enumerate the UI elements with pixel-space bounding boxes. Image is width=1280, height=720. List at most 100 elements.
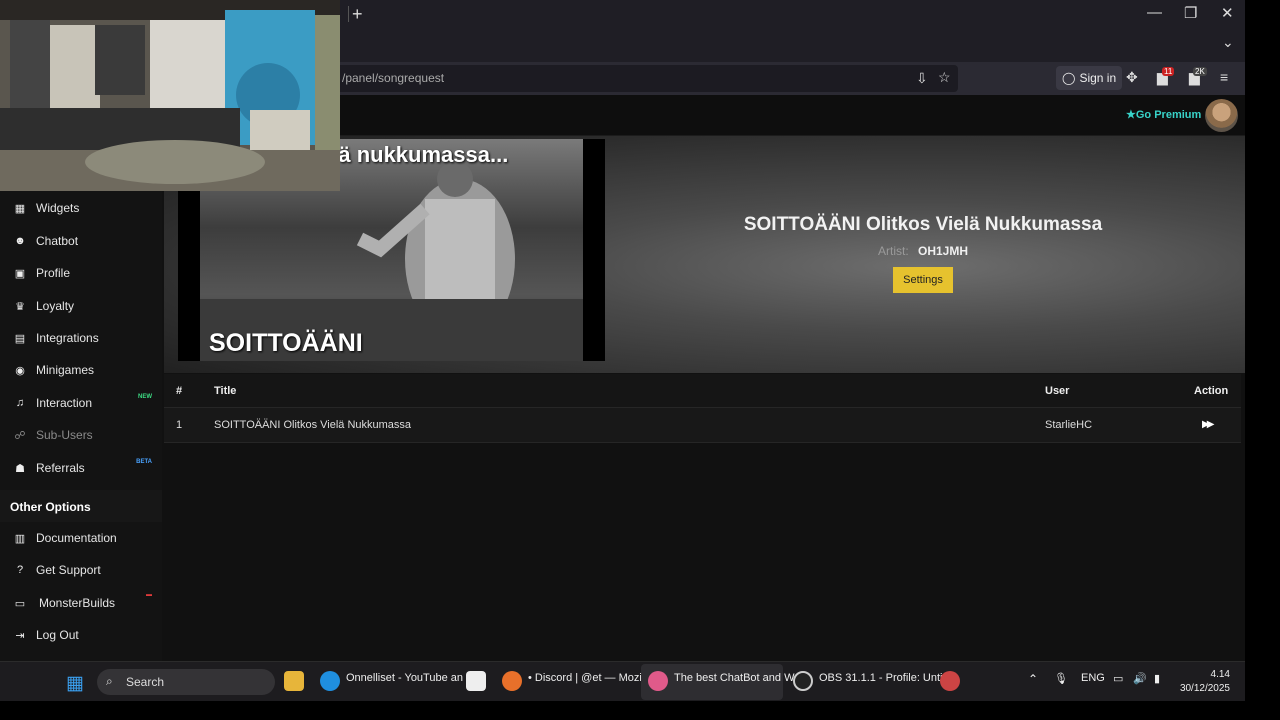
row-user: StarlieHC: [1045, 419, 1093, 431]
taskbar-app-edge[interactable]: Onnelliset - YouTube an: [346, 672, 463, 684]
music-icon: ♫: [15, 397, 25, 409]
video-caption-bottom: SOITTOÄÄNI: [209, 329, 363, 357]
table-row: 1 SOITTOÄÄNI Olitkos Vielä Nukkumassa St…: [164, 408, 1241, 443]
microphone-icon[interactable]: 🎙: [1054, 672, 1068, 685]
sign-in-button[interactable]: ◯ Sign in: [1056, 66, 1123, 90]
clock[interactable]: 4.14 30/12/2025: [1176, 668, 1230, 696]
taskbar-search[interactable]: ⌕ Search: [97, 669, 275, 695]
maximize-button[interactable]: ❐: [1184, 4, 1197, 22]
windows-start-icon[interactable]: ▦: [66, 672, 84, 695]
sidebar-item-profile[interactable]: ▣ Profile: [0, 257, 162, 289]
id-card-icon: ▣: [14, 267, 26, 280]
edge-icon[interactable]: [320, 671, 340, 691]
search-icon: ⌕: [106, 674, 113, 688]
go-premium-label: Go Premium: [1135, 109, 1202, 121]
clock-date: 30/12/2025: [1179, 683, 1230, 694]
sidebar-item-sub-users[interactable]: ☍ Sub-Users: [0, 419, 162, 451]
header-index: #: [176, 385, 183, 397]
sidebar-item-loyalty[interactable]: ♛ Loyalty: [0, 290, 162, 322]
sidebar-item-integrations[interactable]: ▤ Integrations: [0, 322, 162, 354]
url-text[interactable]: /panel/songrequest: [342, 71, 444, 85]
app-icon[interactable]: [940, 671, 960, 691]
other-options-heading: Other Options: [0, 490, 162, 522]
artist-line: Artist: OH1JMH: [644, 244, 1202, 258]
sidebar-item-chatbot[interactable]: ☻ Chatbot: [0, 225, 162, 257]
settings-button[interactable]: Settings: [893, 267, 953, 293]
chevron-up-icon[interactable]: ⌃: [1028, 672, 1038, 686]
sidebar: ▦ Widgets ☻ Chatbot ▣ Profile ♛ Loyalty …: [0, 136, 162, 661]
tab-separator: [348, 6, 349, 22]
new-tab-button[interactable]: +: [352, 4, 363, 25]
star-icon: ★: [1126, 109, 1136, 121]
taskbar-app-obs[interactable]: OBS 31.1.1 - Profile: Unti: [819, 672, 943, 684]
artist-label: Artist:: [877, 244, 909, 258]
sign-in-label: Sign in: [1079, 71, 1117, 85]
webcam-image: [0, 0, 340, 191]
menu-icon[interactable]: ≡: [1220, 69, 1228, 85]
gamepad-icon: ◉: [15, 364, 25, 377]
taskbar-app-chatbot[interactable]: The best ChatBot and W: [674, 672, 794, 684]
header-user: User: [1045, 385, 1070, 397]
sidebar-item-get-support[interactable]: ? Get Support: [0, 554, 162, 586]
sidebar-item-label: Interaction: [36, 396, 93, 410]
beta-badge: BETA: [136, 459, 152, 465]
minimize-button[interactable]: —: [1147, 4, 1162, 21]
firefox-icon[interactable]: [648, 671, 668, 691]
sidebar-item-referrals[interactable]: ☗ Referrals BETA: [0, 452, 162, 484]
grid-icon: ▦: [14, 202, 26, 215]
taskbar-app-discord[interactable]: • Discord | @et — Mozil: [528, 672, 644, 684]
extension-badge-2: 2K: [1193, 67, 1207, 76]
extensions-icon[interactable]: ✥: [1126, 69, 1138, 86]
taskbar-search-label: Search: [126, 675, 165, 689]
file-explorer-icon[interactable]: [284, 671, 304, 691]
go-premium-link[interactable]: ★Go Premium: [1126, 108, 1201, 121]
skip-forward-icon[interactable]: ▶▶: [1202, 419, 1215, 430]
artist-name: OH1JMH: [918, 244, 969, 258]
sidebar-item-label: Sub-Users: [36, 428, 93, 442]
sidebar-item-widgets[interactable]: ▦ Widgets: [0, 192, 162, 224]
red-badge: ▬: [146, 592, 152, 598]
table-header: # Title User Action: [164, 374, 1241, 408]
header-title: Title: [214, 385, 237, 397]
video-caption-top: elä nukkumassa...: [320, 142, 509, 167]
bookmark-star-icon[interactable]: ☆: [938, 69, 951, 86]
laptop-icon: ▭: [14, 597, 26, 610]
sidebar-item-label: Chatbot: [36, 234, 79, 248]
logout-icon: ⇥: [15, 629, 25, 642]
sidebar-item-minigames[interactable]: ◉ Minigames: [0, 354, 162, 386]
song-title: SOITTOÄÄNI Olitkos Vielä Nukkumassa: [743, 214, 1103, 235]
song-queue-table: # Title User Action 1 SOITTOÄÄNI Olitkos…: [164, 374, 1241, 443]
network-icon[interactable]: ▭: [1113, 672, 1123, 685]
avatar[interactable]: [1205, 99, 1238, 132]
firefox-icon[interactable]: [502, 671, 522, 691]
sidebar-item-label: Integrations: [36, 331, 99, 345]
new-badge: NEW: [138, 394, 152, 400]
sidebar-item-label: Minigames: [36, 363, 95, 377]
clock-time: 4.14: [1210, 669, 1230, 680]
sidebar-item-monsterbuilds[interactable]: ▭ MonsterBuilds ▬: [0, 587, 162, 619]
save-page-icon[interactable]: ⇩: [916, 70, 928, 87]
close-window-button[interactable]: ✕: [1221, 4, 1234, 22]
battery-icon[interactable]: ▮: [1154, 672, 1160, 685]
list-all-tabs-button[interactable]: ⌄: [1222, 34, 1234, 51]
screen-border: [1245, 0, 1280, 720]
account-icon: ◯: [1062, 71, 1076, 85]
obs-icon[interactable]: [793, 671, 813, 691]
sidebar-item-label: Referrals: [36, 461, 85, 475]
volume-icon[interactable]: 🔊: [1133, 672, 1147, 685]
sidebar-item-interaction[interactable]: ♫ Interaction NEW: [0, 387, 162, 419]
sidebar-item-label: Widgets: [36, 201, 80, 215]
sidebar-item-label: Profile: [36, 266, 71, 280]
sidebar-item-log-out[interactable]: ⇥ Log Out: [0, 619, 162, 651]
book-icon: ▥: [14, 532, 26, 545]
row-index: 1: [176, 419, 183, 431]
extension-badge-1: 11: [1162, 67, 1175, 76]
url-bar[interactable]: /panel/songrequest ⇩ ☆: [330, 65, 958, 92]
sidebar-item-documentation[interactable]: ▥ Documentation: [0, 522, 162, 554]
trophy-icon: ♛: [15, 300, 25, 313]
store-icon[interactable]: [466, 671, 486, 691]
language-indicator[interactable]: ENG: [1081, 672, 1105, 684]
sidebar-item-label: MonsterBuilds: [39, 596, 116, 610]
webcam-overlay: [0, 0, 340, 191]
sidebar-item-label: Get Support: [36, 563, 101, 577]
